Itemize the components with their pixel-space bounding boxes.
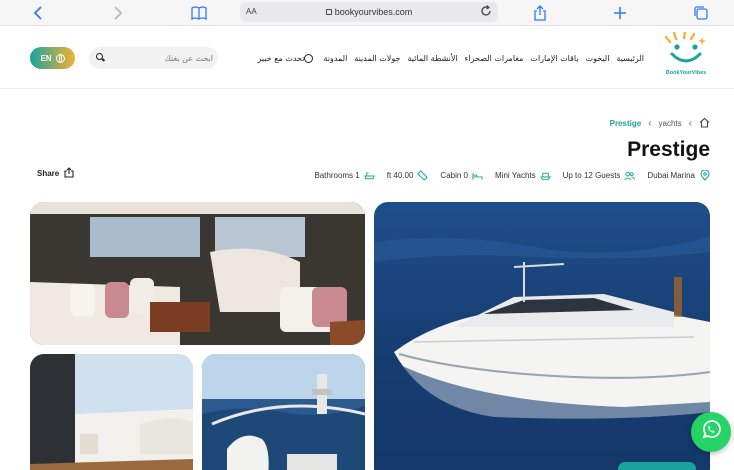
- chevron-left-icon: ‹: [688, 118, 692, 129]
- reload-icon[interactable]: [480, 5, 492, 19]
- forward-icon[interactable]: [108, 3, 128, 23]
- logo-text: BookYourVibes: [665, 70, 707, 76]
- feature-length: ft 40.00: [387, 170, 429, 181]
- chevron-left-icon: ‹: [648, 118, 652, 129]
- feature-cabin: Cabin 0: [440, 170, 483, 181]
- site-logo[interactable]: BookYourVibes: [660, 30, 712, 82]
- flybridge-photo[interactable]: [202, 354, 365, 470]
- book-now-button[interactable]: [618, 462, 696, 470]
- bookmarks-icon[interactable]: [189, 3, 209, 23]
- feature-label: Dubai Marina: [647, 171, 695, 180]
- feature-label: Cabin 0: [440, 171, 468, 180]
- yacht-features: Dubai Marina Up to 12 Guests Mini Yachts…: [314, 170, 710, 181]
- breadcrumb-current: Prestige: [609, 119, 642, 128]
- whatsapp-chat-button[interactable]: [691, 412, 731, 452]
- language-toggle-button[interactable]: EN: [30, 47, 75, 69]
- nav-item-city-tours[interactable]: جولات المدينة: [354, 54, 400, 63]
- feature-label: Bathrooms 1: [314, 171, 360, 180]
- guests-icon: [624, 170, 636, 181]
- browser-toolbar: AA bookyourvibes.com: [0, 0, 734, 26]
- whatsapp-icon: [304, 53, 314, 63]
- url-text: bookyourvibes.com: [334, 7, 413, 17]
- share-icon: [64, 167, 74, 180]
- globe-icon: [55, 53, 65, 63]
- page-title: Prestige: [627, 138, 710, 161]
- search-icon[interactable]: [96, 53, 103, 60]
- bed-icon: [472, 170, 483, 181]
- nav-item-home[interactable]: الرئيسية: [616, 54, 644, 63]
- breadcrumb: Prestige ‹ yachts ‹: [610, 117, 710, 130]
- feature-label: ft 40.00: [386, 171, 414, 180]
- feature-location: Dubai Marina: [647, 170, 710, 181]
- breadcrumb-yachts[interactable]: yachts: [659, 119, 682, 128]
- tabs-overview-icon[interactable]: [691, 3, 711, 23]
- nav-item-uae-packages[interactable]: باقات الإمارات: [530, 54, 578, 63]
- back-icon[interactable]: [28, 3, 48, 23]
- share-sheet-icon[interactable]: [530, 3, 550, 23]
- site-header: EN الرئيسية اليخوت باقات الإمارات مغامرا…: [0, 26, 734, 89]
- deck-stairs-photo[interactable]: [30, 354, 193, 470]
- main-nav: الرئيسية اليخوت باقات الإمارات مغامرات ا…: [257, 50, 644, 66]
- feature-label: Mini Yachts: [495, 171, 536, 180]
- nav-item-talk-to-expert[interactable]: تحدث مع خبير: [257, 53, 317, 63]
- nav-item-yachts[interactable]: اليخوت: [586, 54, 610, 63]
- home-icon[interactable]: [699, 117, 710, 130]
- yacht-icon: [539, 170, 551, 181]
- talk-to-expert-label: تحدث مع خبير: [257, 53, 305, 63]
- search-input[interactable]: [109, 50, 213, 66]
- location-pin-icon: [699, 170, 710, 181]
- main-yacht-photo[interactable]: [374, 202, 710, 470]
- share-label: Share: [37, 169, 60, 178]
- bathtub-icon: [364, 170, 375, 181]
- nav-item-blog[interactable]: المدونة: [323, 54, 347, 63]
- nav-item-desert-adventures[interactable]: مغامرات الصحراء: [465, 54, 524, 63]
- address-bar[interactable]: AA bookyourvibes.com: [240, 2, 498, 22]
- lock-icon: [325, 9, 332, 15]
- feature-label: Up to 12 Guests: [562, 171, 621, 180]
- interior-photo[interactable]: [30, 202, 365, 345]
- nav-item-water-activities[interactable]: الأنشطة المائية: [407, 54, 457, 63]
- language-label: EN: [40, 53, 52, 63]
- whatsapp-icon: [700, 419, 722, 446]
- feature-bathrooms: Bathrooms 1: [314, 170, 375, 181]
- search-bar: [89, 47, 218, 69]
- ruler-icon: [417, 170, 429, 181]
- new-tab-icon[interactable]: [610, 3, 630, 23]
- share-button[interactable]: Share: [37, 167, 74, 180]
- feature-guests: Up to 12 Guests: [563, 170, 636, 181]
- feature-category: Mini Yachts: [495, 170, 551, 181]
